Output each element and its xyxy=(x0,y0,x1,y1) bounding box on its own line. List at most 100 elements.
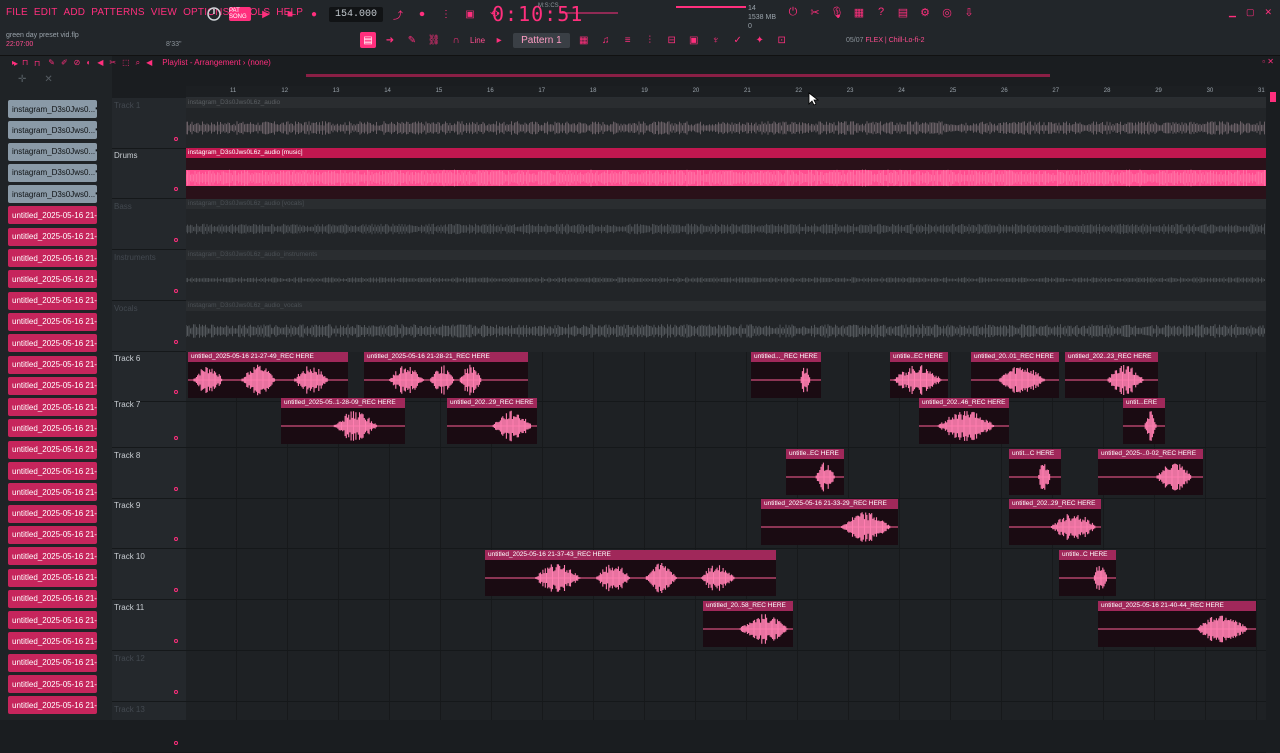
collapse-icon[interactable]: ✕ xyxy=(44,74,52,86)
audio-clip[interactable]: instagram_D3s0Jws0L6z_audio_instruments xyxy=(186,250,1266,301)
play-pattern-icon[interactable]: ▸ xyxy=(491,32,507,48)
audio-clip[interactable]: instagram_D3s0Jws0L6z_audio [music] xyxy=(186,148,1266,199)
track-header[interactable]: Track 6 xyxy=(112,351,186,402)
track-enable-icon[interactable] xyxy=(174,186,178,191)
browser-clip[interactable]: untitled_2025-05-16 21-... xyxy=(8,376,97,395)
track-header[interactable]: Instruments xyxy=(112,250,186,301)
recorded-clip[interactable]: untitled_202..46_REC HERE xyxy=(919,398,1009,444)
menu-view[interactable]: VIEW xyxy=(151,7,177,18)
menu-arrow-icon[interactable]: ▸ xyxy=(12,58,16,67)
audio-clip[interactable]: instagram_D3s0Jws0L6z_audio_vocals xyxy=(186,301,1266,352)
add-icon[interactable]: ✚ xyxy=(95,146,97,157)
add-icon[interactable]: ✚ xyxy=(95,125,97,136)
play-icon[interactable]: ▶ xyxy=(257,5,275,23)
track-enable-icon[interactable] xyxy=(174,389,178,394)
preset-display[interactable]: 05/07 FLEX | Chill-Lo-fi-2 xyxy=(846,37,925,44)
browser-icon[interactable]: ⊟ xyxy=(664,32,680,48)
browser-clip[interactable]: untitled_2025-05-16 21-... xyxy=(8,355,97,374)
browser-clip[interactable]: instagram_D3s0Jws0...✚ xyxy=(8,142,97,161)
menu-patterns[interactable]: PATTERNS xyxy=(91,7,144,18)
zoom-icon[interactable]: ⌕ xyxy=(136,58,140,68)
vertical-scroll-thumb[interactable] xyxy=(1270,92,1276,102)
browser-clip[interactable]: untitled_2025-05-16 21-... xyxy=(8,270,97,289)
tuner-icon[interactable]: ✓ xyxy=(730,32,746,48)
track-enable-icon[interactable] xyxy=(174,339,178,344)
track-enable-icon[interactable] xyxy=(174,536,178,541)
playback-icon[interactable]: ◀ xyxy=(146,58,152,67)
recorded-clip[interactable]: untitled_202..29_REC HERE xyxy=(447,398,537,444)
maximize-icon[interactable]: ▢ xyxy=(1246,7,1255,18)
cpu-icon[interactable]: ▦ xyxy=(852,5,866,19)
track-enable-icon[interactable] xyxy=(174,237,178,242)
paint-icon[interactable]: ✎ xyxy=(48,58,55,67)
playlist-window-controls[interactable]: ▫ ✕ xyxy=(1262,57,1274,66)
track-header[interactable]: Bass xyxy=(112,199,186,250)
menu-add[interactable]: ADD xyxy=(64,7,86,18)
horizontal-scrollbar[interactable] xyxy=(306,74,1050,77)
snap-label[interactable]: Line xyxy=(470,36,485,45)
track-enable-icon[interactable] xyxy=(174,638,178,643)
track-enable-icon[interactable] xyxy=(174,689,178,694)
audio-clip[interactable]: instagram_D3s0Jws0L6z_audio xyxy=(186,98,1266,149)
link-icon[interactable]: ⛓ xyxy=(426,32,442,48)
menu-file[interactable]: FILE xyxy=(6,7,28,18)
stem-icon[interactable]: ✦ xyxy=(752,32,768,48)
mute-icon[interactable]: ◐ xyxy=(86,58,91,67)
browser-clip[interactable]: instagram_D3s0Jws0...✚ xyxy=(8,163,97,182)
browser-clip[interactable]: instagram_D3s0Jws0...✚ xyxy=(8,100,97,118)
render-icon[interactable]: ⊡ xyxy=(774,32,790,48)
help-icon[interactable]: ? xyxy=(874,5,888,19)
browser-clip[interactable]: untitled_2025-05-16 21-... xyxy=(8,589,97,608)
recorded-clip[interactable]: untitled_2025-05..1-28-09_REC HERE xyxy=(281,398,405,444)
snap-icon[interactable]: ⊓ xyxy=(22,58,28,67)
timeline-ruler[interactable]: 11 12 13 14 15 16 17 18 19 20 21 22 23 24 25 26 27 28 29 30… xyxy=(186,86,1266,98)
plugin-icon[interactable]: ⚙ xyxy=(918,5,932,19)
eq-icon[interactable]: ⫶ xyxy=(642,32,658,48)
minimize-icon[interactable]: ▁ xyxy=(1229,7,1236,18)
recorded-clip[interactable]: untitled_2025-05-16 21-37-43_REC HERE xyxy=(485,550,776,596)
recorded-clip[interactable]: untitled_2025-05-16 21-28-21_REC HERE xyxy=(364,352,528,398)
recorded-clip[interactable]: untitled_2025-05-16 21-33-29_REC HERE xyxy=(761,499,898,545)
power-icon[interactable]: ⏻ xyxy=(786,5,800,19)
save-icon[interactable]: ▤ xyxy=(896,5,910,19)
track-header[interactable]: Track 7 xyxy=(112,397,186,448)
browser-clip[interactable]: untitled_2025-05-16 21-... xyxy=(8,398,97,417)
browser-clip[interactable]: untitled_2025-05-16 21-... xyxy=(8,568,97,587)
track-enable-icon[interactable] xyxy=(174,486,178,491)
pattern-selector[interactable]: Pattern 1 xyxy=(513,32,570,48)
track-enable-icon[interactable] xyxy=(174,740,178,745)
delete-icon[interactable]: ⊘ xyxy=(74,58,81,67)
track-header[interactable]: Track 12 xyxy=(112,651,186,702)
mic-icon[interactable]: 🎙 xyxy=(830,5,844,19)
select-icon[interactable]: ⬚ xyxy=(122,58,130,67)
recorded-clip[interactable]: untitled..._REC HERE xyxy=(751,352,821,398)
slip-icon[interactable]: ◀ xyxy=(97,58,103,67)
track-header[interactable]: Track 10 xyxy=(112,549,186,600)
track-header[interactable]: Track 13 xyxy=(112,702,186,753)
blend-icon[interactable]: ▣ xyxy=(461,5,479,23)
browser-clip[interactable]: instagram_D3s0Jws0...✚ xyxy=(8,121,97,140)
recorded-clip[interactable]: untitled_202..23_REC HERE xyxy=(1065,352,1158,398)
add-icon[interactable]: ✚ xyxy=(95,167,97,178)
slice-icon[interactable]: ✂ xyxy=(109,58,116,67)
recorded-clip[interactable]: untitled_20..01_REC HERE xyxy=(971,352,1059,398)
browser-clip[interactable]: untitled_2025-05-16 21-... xyxy=(8,696,97,715)
step-icon[interactable]: ⋮ xyxy=(437,5,455,23)
countdown-icon[interactable]: ⏺ xyxy=(413,5,431,23)
track-header[interactable]: Drums xyxy=(112,148,186,199)
chat-icon[interactable]: ◎ xyxy=(940,5,954,19)
track-enable-icon[interactable] xyxy=(174,136,178,141)
recorded-clip[interactable]: untitled_202..29_REC HERE xyxy=(1009,499,1101,545)
close-icon[interactable]: ✕ xyxy=(1264,7,1272,18)
download-icon[interactable]: ⇩ xyxy=(962,5,976,19)
recorded-clip[interactable]: untitled_20..58_REC HERE xyxy=(703,601,793,647)
browser-clip[interactable]: untitled_2025-05-16 21-... xyxy=(8,675,97,694)
browser-clip[interactable]: untitled_2025-05-16 21-... xyxy=(8,312,97,331)
menu-edit[interactable]: EDIT xyxy=(34,7,58,18)
browser-clip[interactable]: untitled_2025-05-16 21-... xyxy=(8,440,97,459)
recorded-clip[interactable]: untit...C HERE xyxy=(1009,449,1061,495)
browser-clip[interactable]: untitled_2025-05-16 21-... xyxy=(8,632,97,651)
mixer-icon[interactable]: ≡ xyxy=(620,32,636,48)
pencil-icon[interactable]: ✎ xyxy=(404,32,420,48)
recorded-clip[interactable]: untit...ERE xyxy=(1123,398,1165,444)
